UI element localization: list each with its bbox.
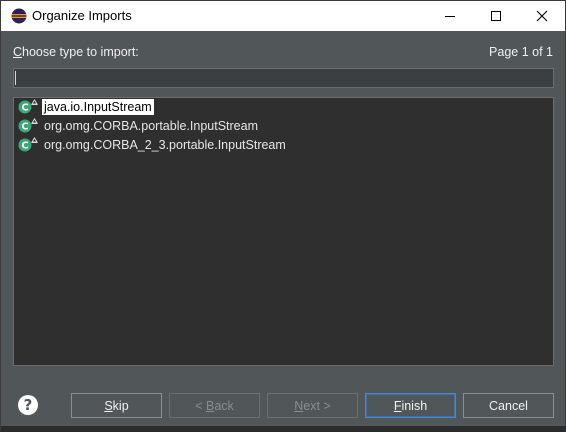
svg-text:C: C xyxy=(21,122,28,133)
maximize-button[interactable] xyxy=(473,1,519,31)
finish-label: inish xyxy=(401,398,428,413)
close-button[interactable] xyxy=(519,1,565,31)
organize-imports-dialog: Organize Imports Choose type to import: … xyxy=(0,0,566,432)
back-prefix: < xyxy=(195,398,206,413)
list-item[interactable]: C org.omg.CORBA.portable.InputStream xyxy=(18,117,260,135)
skip-label: kip xyxy=(112,398,129,413)
svg-text:?: ? xyxy=(24,396,33,414)
choose-type-label: Choose type to import: xyxy=(13,45,139,59)
next-button[interactable]: Next > xyxy=(267,393,358,418)
choose-type-mnemonic: C xyxy=(13,45,23,59)
class-icon: C xyxy=(18,99,38,114)
close-icon xyxy=(536,10,548,22)
text-caret xyxy=(15,71,16,85)
minimize-button[interactable] xyxy=(427,1,473,31)
choose-type-label-text: hoose type to import: xyxy=(22,45,139,59)
list-item[interactable]: C java.io.InputStream xyxy=(18,98,154,116)
class-icon: C xyxy=(18,118,38,133)
class-icon: C xyxy=(18,137,38,152)
list-item[interactable]: C org.omg.CORBA_2_3.portable.InputStream xyxy=(18,136,288,154)
back-button[interactable]: < Back xyxy=(169,393,260,418)
cancel-button[interactable]: Cancel xyxy=(463,393,554,418)
list-item-label: java.io.InputStream xyxy=(42,99,154,115)
eclipse-icon xyxy=(11,8,27,24)
window-title: Organize Imports xyxy=(32,8,132,23)
skip-mnemonic: S xyxy=(104,398,113,413)
skip-button[interactable]: Skip xyxy=(71,393,162,418)
minimize-icon xyxy=(445,16,455,17)
background-strip xyxy=(1,426,566,432)
page-indicator: Page 1 of 1 xyxy=(489,45,553,59)
svg-text:C: C xyxy=(21,141,28,152)
title-bar[interactable]: Organize Imports xyxy=(1,1,565,31)
next-mnemonic: N xyxy=(294,398,304,413)
maximize-icon xyxy=(491,11,501,21)
list-item-label: org.omg.CORBA.portable.InputStream xyxy=(44,119,258,133)
svg-text:C: C xyxy=(21,103,28,114)
list-item-label: org.omg.CORBA_2_3.portable.InputStream xyxy=(44,138,286,152)
next-label: ext > xyxy=(303,398,331,413)
finish-button[interactable]: Finish xyxy=(365,393,456,418)
back-mnemonic: B xyxy=(205,398,215,413)
finish-mnemonic: F xyxy=(393,398,402,413)
type-filter-input[interactable] xyxy=(13,68,554,88)
help-icon[interactable]: ? xyxy=(17,394,39,416)
type-list[interactable]: C java.io.InputStream C org.omg.CORBA.po… xyxy=(13,97,554,366)
back-label: ack xyxy=(214,398,234,413)
